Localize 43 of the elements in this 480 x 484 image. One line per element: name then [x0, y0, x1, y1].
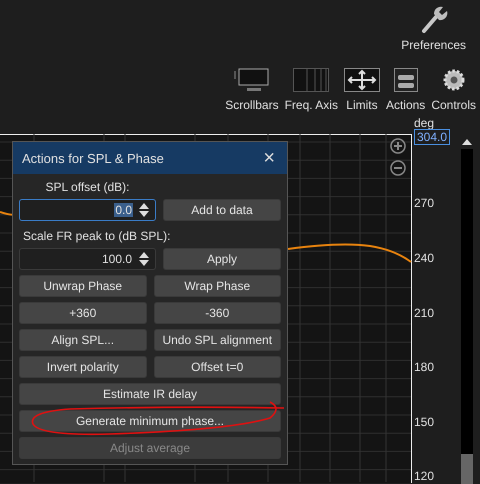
spin-arrows-icon[interactable]: [139, 203, 149, 217]
close-button[interactable]: ×: [259, 146, 279, 170]
axis-tick: 120: [414, 469, 434, 483]
action-button[interactable]: Wrap Phase: [154, 275, 281, 297]
monitor-icon[interactable]: [234, 68, 270, 92]
action-button[interactable]: Offset t=0: [154, 356, 281, 378]
toolbar-label[interactable]: Controls: [431, 98, 476, 112]
toolbar-label[interactable]: Actions: [386, 98, 426, 112]
toolbar-label[interactable]: Limits: [346, 98, 378, 112]
action-button[interactable]: Add to data: [163, 199, 281, 221]
axis-tick: 240: [414, 251, 434, 265]
panel-icon[interactable]: [394, 68, 418, 92]
action-button[interactable]: Invert polarity: [19, 356, 146, 378]
action-button[interactable]: +360: [19, 302, 146, 324]
axis-unit: deg: [414, 116, 434, 130]
zoom-out-icon[interactable]: [390, 160, 406, 176]
action-button[interactable]: Apply: [163, 248, 281, 270]
toolbar-label[interactable]: Scrollbars: [225, 98, 279, 112]
scroll-up-icon[interactable]: [462, 139, 472, 145]
gear-icon[interactable]: [442, 68, 466, 92]
action-button[interactable]: Estimate IR delay: [19, 383, 281, 405]
number-field[interactable]: 0.0: [19, 199, 156, 221]
preferences-label[interactable]: Preferences: [401, 38, 466, 52]
cursor-value: 304.0: [414, 129, 450, 145]
dialog-title: Actions for SPL & Phase: [22, 150, 164, 166]
zoom-in-icon[interactable]: [390, 138, 406, 154]
action-button[interactable]: Align SPL...: [19, 329, 146, 351]
action-button[interactable]: Generate minimum phase...: [19, 410, 281, 432]
axis-tick: 150: [414, 415, 434, 429]
toolbar-label[interactable]: Freq. Axis: [284, 98, 338, 112]
number-field[interactable]: 100.0: [19, 248, 156, 270]
axis-tick: 180: [414, 360, 434, 374]
axis-tick: 270: [414, 196, 434, 210]
scrollbar-thumb[interactable]: [461, 454, 473, 484]
action-button[interactable]: Unwrap Phase: [19, 275, 146, 297]
arrows-icon[interactable]: [344, 68, 380, 92]
axis-tick: 210: [414, 306, 434, 320]
spin-arrows-icon[interactable]: [139, 252, 149, 266]
field-label: Scale FR peak to (dB SPL):: [23, 229, 170, 243]
field-label: SPL offset (dB):: [45, 180, 130, 194]
action-button[interactable]: -360: [154, 302, 281, 324]
columns-icon[interactable]: [293, 68, 330, 92]
action-button[interactable]: Undo SPL alignment: [154, 329, 281, 351]
